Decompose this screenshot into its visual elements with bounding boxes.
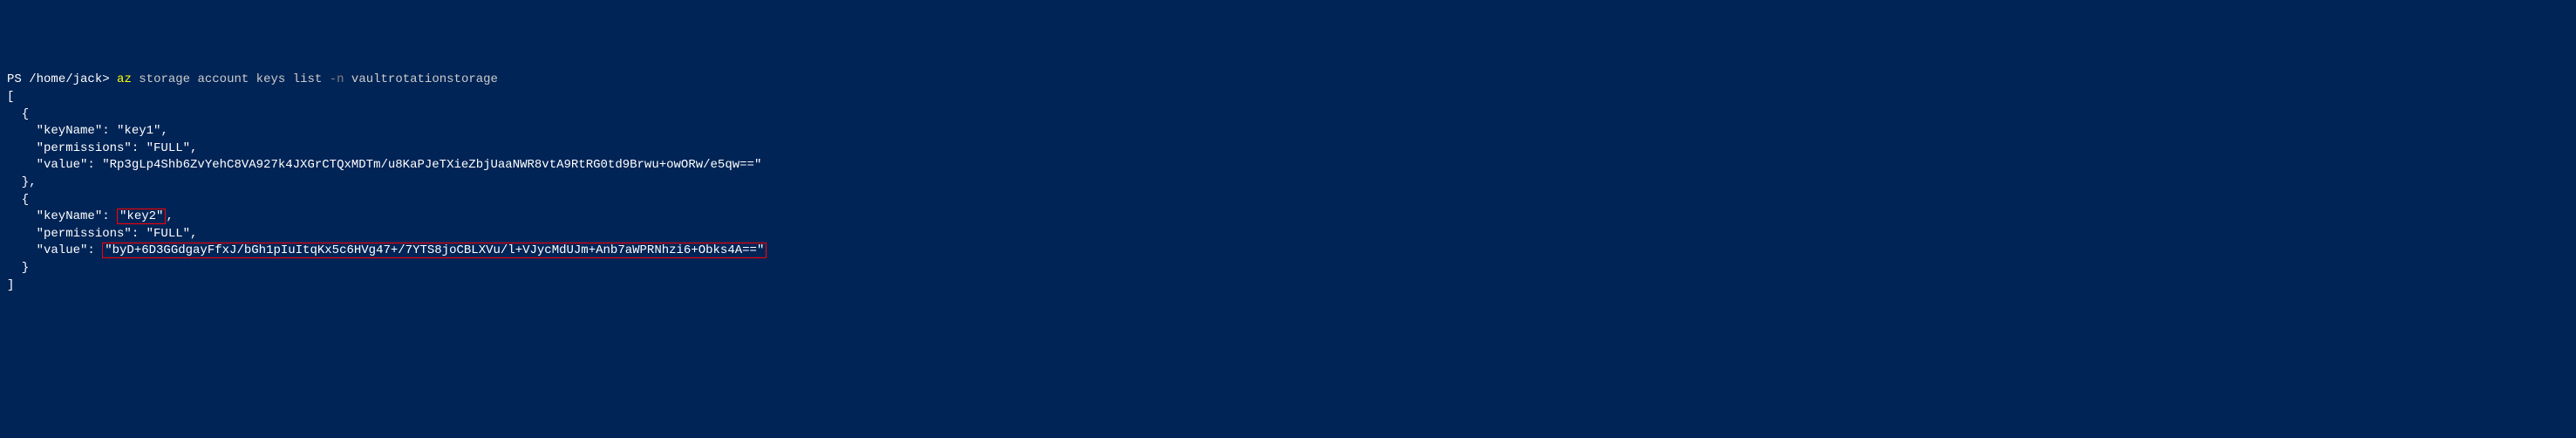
command-az: az [110, 72, 132, 86]
json-obj1-close: }, [7, 175, 37, 189]
command-account: vaultrotationstorage [344, 72, 498, 86]
json-obj2-open: { [7, 193, 29, 207]
json-obj2-value: "byD+6D3GGdgayFfxJ/bGh1pIuItqKx5c6HVg47+… [105, 243, 764, 257]
json-obj2-close: } [7, 261, 29, 275]
json-obj1-value-label: "value": [7, 158, 102, 172]
json-obj1-value: "Rp3gLp4Shb6ZvYehC8VA927k4JXGrCTQxMDTm/u… [102, 158, 761, 172]
prompt-ps: PS [7, 72, 29, 86]
json-obj2-keyname: "keyName": [7, 209, 117, 223]
json-comma: , [160, 124, 167, 138]
json-obj1-keyname: "keyName": [7, 124, 117, 138]
json-comma: , [166, 209, 173, 223]
json-obj1-open: { [7, 107, 29, 121]
json-obj2-value-label: "value": [7, 243, 102, 257]
json-obj2-keyname-value: "key2" [119, 209, 163, 223]
terminal-output: PS /home/jack> az storage account keys l… [0, 68, 2576, 298]
highlighted-keyname: "key2" [117, 209, 166, 224]
command-args: storage account keys list [132, 72, 330, 86]
json-obj2-permissions: "permissions": "FULL", [7, 227, 197, 241]
prompt-path: /home/jack> [29, 72, 109, 86]
json-obj1-permissions: "permissions": "FULL", [7, 141, 197, 155]
json-close-bracket: ] [7, 278, 14, 292]
json-obj1-keyname-value: "key1" [117, 124, 160, 138]
highlighted-value: "byD+6D3GGdgayFfxJ/bGh1pIuItqKx5c6HVg47+… [102, 243, 767, 258]
command-flag: -n [330, 72, 344, 86]
json-open-bracket: [ [7, 90, 14, 104]
